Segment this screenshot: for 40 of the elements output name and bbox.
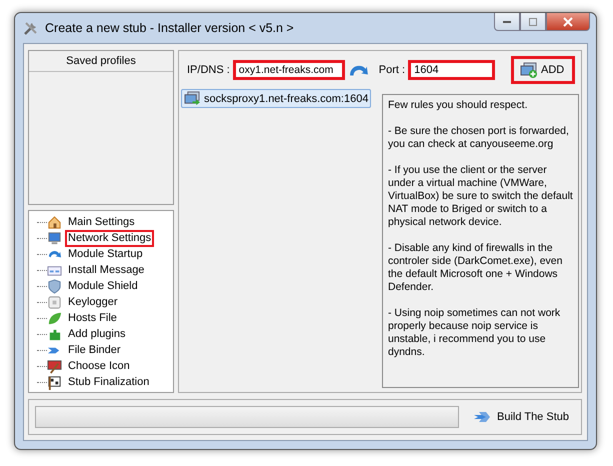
rules-paragraph: - Using noip sometimes can not work properly because noip service is unstable, i recommend you to use dyndns. [388, 307, 562, 359]
minimize-button[interactable] [494, 13, 520, 31]
add-button[interactable]: ADD [511, 56, 575, 84]
rules-paragraph: - Be sure the chosen port is forwarded, you can check at canyouseeme.org [388, 125, 570, 151]
tree-item[interactable]: Add plugins [65, 326, 128, 342]
rules-paragraph: Few rules you should respect. [388, 99, 528, 112]
ip-label: IP/DNS : [187, 64, 230, 76]
close-icon [563, 16, 573, 26]
window-title: Create a new stub - Installer version < v5.n > [45, 21, 294, 35]
tools-icon [23, 20, 39, 36]
host-icon [184, 91, 201, 106]
tree-item[interactable]: Keylogger [65, 294, 121, 310]
tree-item[interactable]: Main Settings [65, 214, 138, 230]
leaf-icon [47, 310, 62, 326]
brush-icon [47, 358, 62, 374]
add-icon [520, 62, 538, 78]
tree-item[interactable]: Hosts File [65, 310, 120, 326]
tree-item[interactable]: Choose Icon [65, 358, 133, 374]
tree-item[interactable]: Network Settings [65, 230, 154, 246]
port-field[interactable]: 1604 [408, 60, 496, 80]
tree-item[interactable]: Module Startup [65, 246, 146, 262]
tree-item[interactable]: Install Message [65, 262, 148, 278]
house-icon [47, 214, 62, 230]
maximize-icon [528, 16, 538, 26]
tree-item[interactable]: Module Shield [65, 278, 141, 294]
ip-field[interactable]: oxy1.net-freaks.com [232, 60, 345, 80]
rules-paragraph: - If you use the client or the server under a virtual machine (VMWare, VirtualBox) be sure to switch the default NAT mode to Briged or switch to a physical network device. [388, 164, 573, 229]
maximize-button[interactable] [520, 13, 546, 31]
tree-item[interactable]: File Binder [65, 342, 124, 358]
port-label: Port : [378, 64, 406, 76]
rules-paragraph: - Disable any kind of firewalls in the controler side (DarkComet.exe), even the default Microsoft one + Windows Defender. [388, 242, 564, 294]
flag-icon [47, 374, 62, 390]
profiles-heading: Saved profiles [29, 51, 173, 72]
arrow-icon [473, 410, 492, 424]
minimize-icon [503, 20, 511, 22]
build-button[interactable]: Build The Stub [467, 408, 575, 426]
shield-icon [47, 278, 62, 294]
close-button[interactable] [546, 13, 590, 31]
host-item[interactable]: socksproxy1.net-freaks.com:1604 [181, 89, 372, 108]
tree-item[interactable]: Stub Finalization [65, 374, 152, 390]
